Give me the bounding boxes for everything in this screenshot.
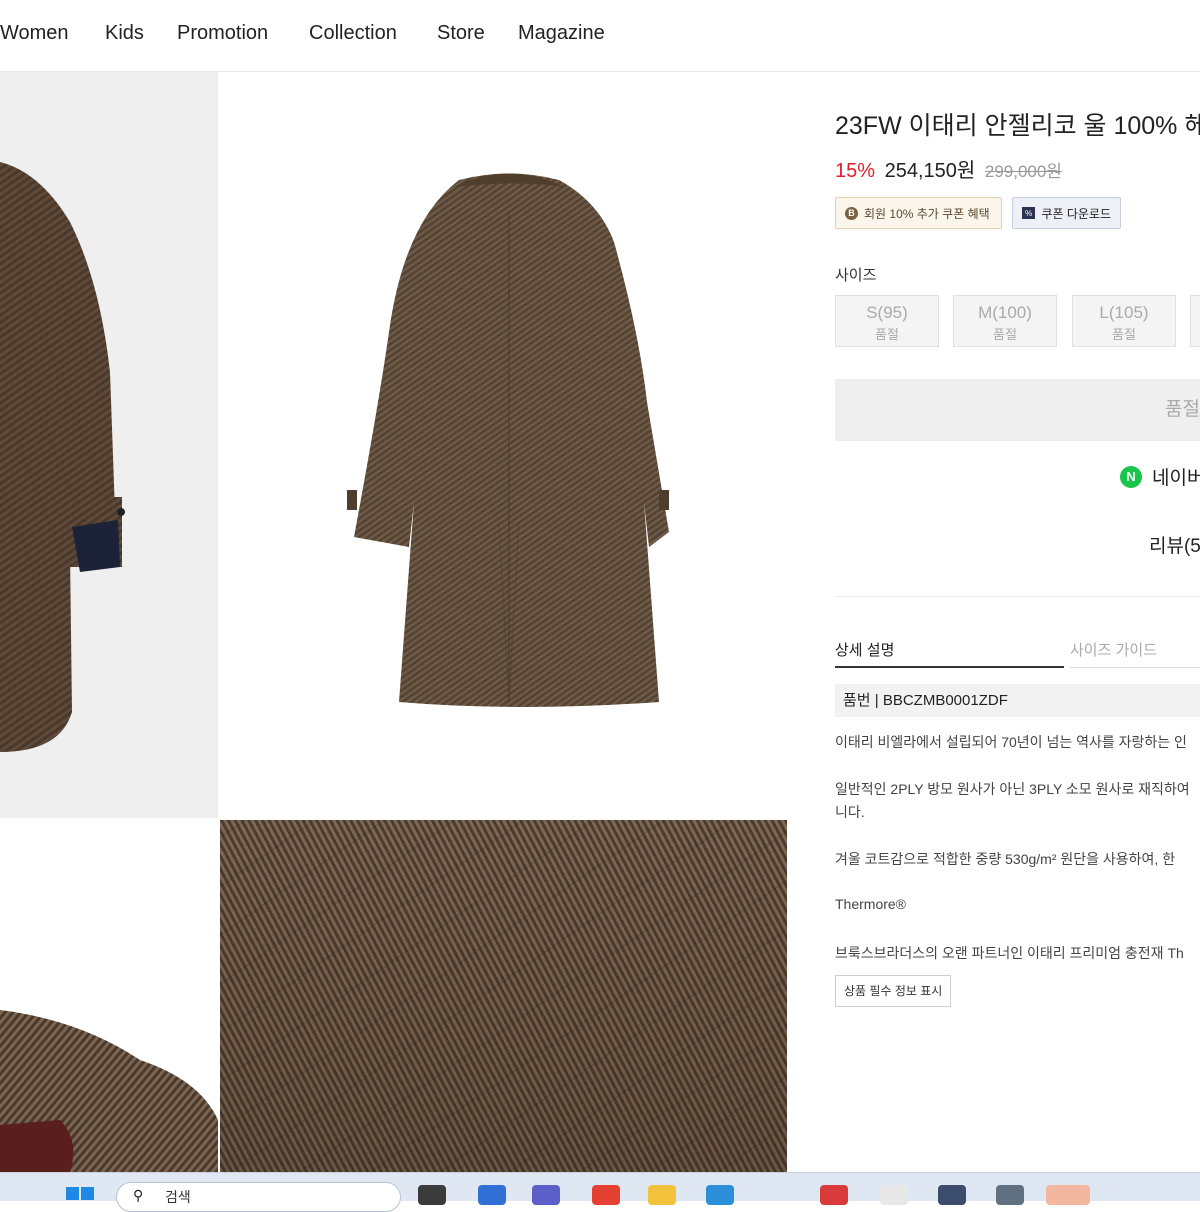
description-line-3: 니다. [835, 804, 865, 820]
task-view-icon[interactable] [418, 1185, 446, 1205]
tab-size-guide[interactable]: 사이즈 가이드 [1070, 639, 1200, 668]
description-line-5: Thermore® [835, 896, 906, 912]
naver-icon: N [1120, 465, 1142, 488]
product-image-main[interactable] [219, 72, 787, 818]
nav-store[interactable]: Store [437, 22, 485, 45]
size-option-m[interactable]: M(100) 품절 [953, 295, 1057, 347]
review-link[interactable]: 리뷰(5 [1149, 531, 1200, 558]
edge-icon[interactable] [706, 1185, 734, 1205]
windows-taskbar: ⚲ 검색 [0, 1172, 1200, 1212]
product-code: 품번 | BBCZMB0001ZDF [835, 684, 1200, 717]
nav-magazine[interactable]: Magazine [518, 22, 605, 45]
original-price: 299,000원 [984, 162, 1062, 181]
sale-price: 254,150원 [884, 160, 976, 182]
calendar-icon[interactable] [938, 1185, 966, 1205]
naver-label: 네이버 [1152, 468, 1200, 489]
calculator-icon[interactable] [996, 1185, 1024, 1205]
size-label: 사이즈 [835, 267, 877, 284]
description-line-4: 겨울 코트감으로 적합한 중량 530g/m² 원단을 사용하여, 한 [835, 851, 1176, 867]
coat-back-image [347, 173, 669, 707]
price-row: 15% 254,150원 299,000원 [835, 154, 1062, 183]
coupon-icon: % [1022, 207, 1036, 219]
size-option-label: M(100) [978, 303, 1032, 322]
product-image-fabric[interactable] [220, 820, 787, 1172]
product-title: 23FW 이태리 안젤리코 울 100% 헤링 [835, 112, 1200, 140]
description-line-1: 이태리 비엘라에서 설립되어 70년이 넘는 역사를 자랑하는 인 [835, 734, 1187, 750]
kakaotalk-icon[interactable] [1046, 1185, 1090, 1205]
coupon-button-label: 쿠폰 다운로드 [1041, 206, 1111, 221]
folder-icon[interactable] [648, 1185, 676, 1205]
coupon-download-button[interactable]: % 쿠폰 다운로드 [1012, 197, 1121, 229]
windows-start-icon[interactable] [66, 1187, 96, 1201]
search-icon: ⚲ [133, 1187, 144, 1203]
member-coupon-badge[interactable]: B 회원 10% 추가 쿠폰 혜택 [835, 197, 1002, 229]
soldout-button[interactable]: 품절 [835, 379, 1200, 441]
teams-icon[interactable] [532, 1185, 560, 1205]
chrome-icon[interactable] [592, 1185, 620, 1205]
nav-kids[interactable]: Kids [105, 22, 144, 45]
nav-promotion[interactable]: Promotion [177, 22, 268, 45]
naver-pay-button[interactable]: N 네이버 [1120, 463, 1200, 490]
taskbar-search[interactable]: ⚲ 검색 [116, 1182, 401, 1212]
copilot-icon[interactable] [478, 1185, 506, 1205]
brand-b-icon: B [845, 206, 858, 220]
divider [835, 596, 1200, 597]
size-option-l[interactable]: L(105) 품절 [1072, 295, 1176, 347]
nav-collection[interactable]: Collection [309, 22, 397, 45]
size-option-label: S(95) [866, 303, 908, 322]
size-option-xl[interactable] [1190, 295, 1200, 347]
product-image-side[interactable] [0, 72, 218, 818]
coat-collar-image [0, 1010, 218, 1172]
product-image-collar[interactable] [0, 820, 218, 1172]
discount-rate: 15% [835, 160, 876, 182]
tab-detail-description[interactable]: 상세 설명 [835, 639, 1064, 668]
app-c-icon[interactable] [880, 1185, 908, 1205]
app-red-icon[interactable] [820, 1185, 848, 1205]
description-line-2: 일반적인 2PLY 방모 원사가 아닌 3PLY 소모 원사로 재직하여 [835, 781, 1190, 797]
top-navigation: Women Kids Promotion Collection Store Ma… [0, 0, 1200, 72]
size-option-status: 품절 [875, 327, 899, 342]
product-info-button[interactable]: 상품 필수 정보 표시 [835, 975, 952, 1007]
description-line-6: 브룩스브라더스의 오랜 파트너인 이태리 프리미엄 충전재 Th [835, 945, 1184, 961]
member-badge-label: 회원 10% 추가 쿠폰 혜택 [864, 206, 990, 221]
size-option-s[interactable]: S(95) 품절 [835, 295, 939, 347]
size-option-status: 품절 [1112, 327, 1136, 342]
product-info-panel: 23FW 이태리 안젤리코 울 100% 헤링 15% 254,150원 299… [835, 72, 1200, 1172]
nav-women[interactable]: Women [0, 22, 69, 45]
search-placeholder: 검색 [165, 1189, 191, 1205]
size-option-status: 품절 [993, 327, 1017, 342]
size-option-label: L(105) [1099, 303, 1149, 322]
coat-side-image [0, 162, 125, 752]
